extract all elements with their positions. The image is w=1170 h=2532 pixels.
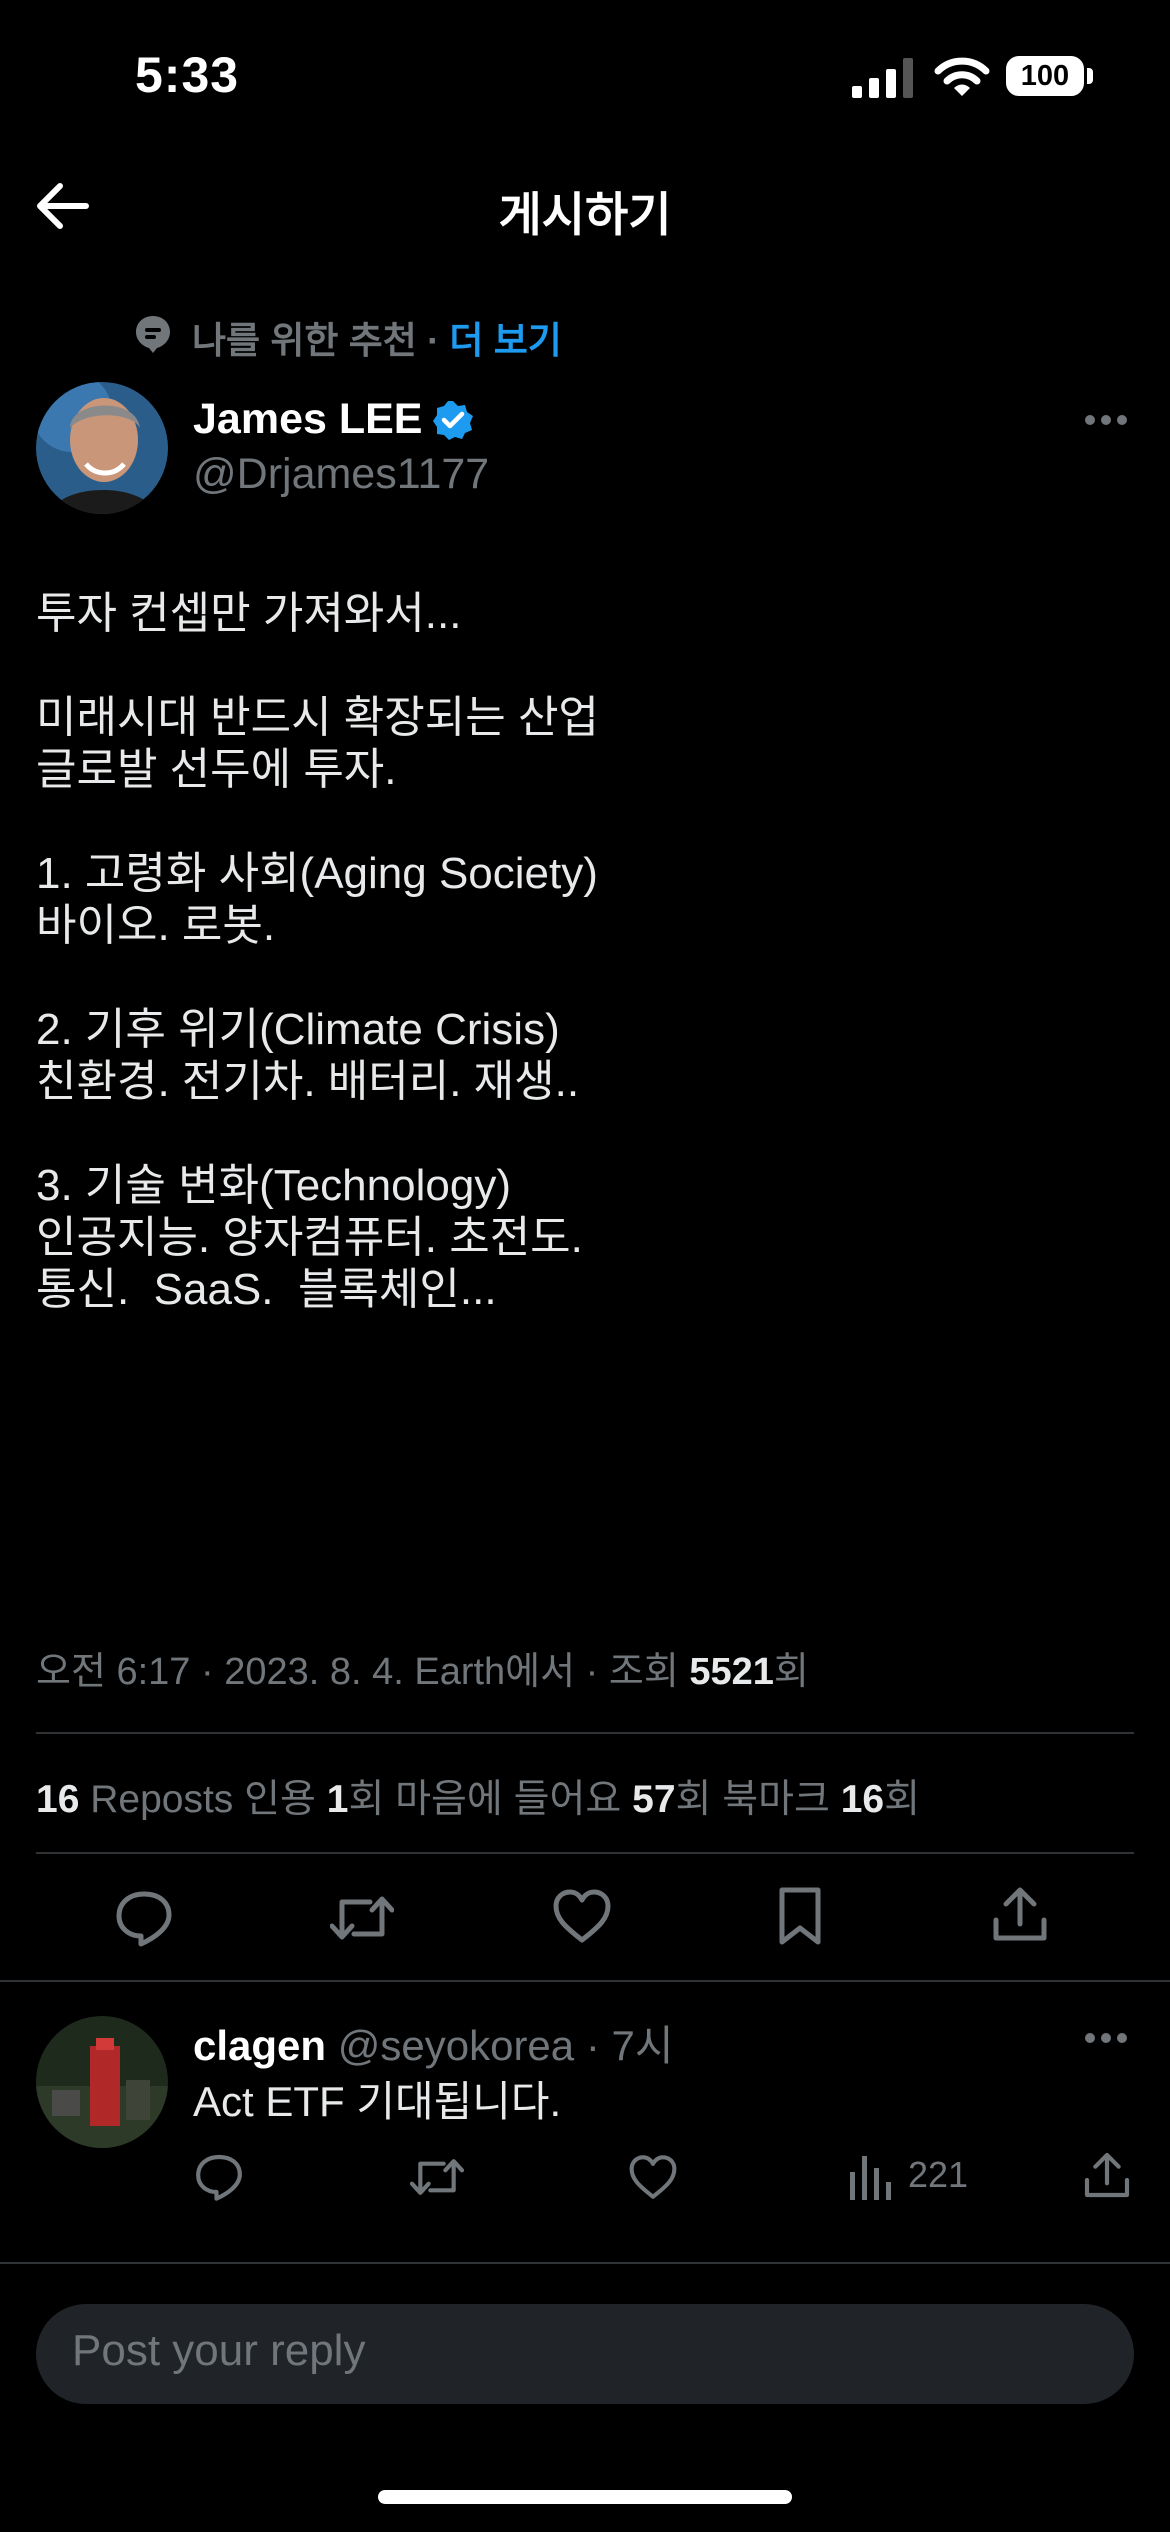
tweet-line: 3. 기술 변화(Technology)	[36, 1161, 511, 1210]
bookmarks-count[interactable]: 16	[841, 1778, 884, 1821]
tweet-line: 친환경. 전기차. 배터리. 재생..	[36, 1057, 580, 1106]
author-name[interactable]: James LEE	[193, 395, 474, 444]
reply-repost-icon[interactable]	[410, 2152, 464, 2202]
tweet-line: 통신. SaaS. 블록체인...	[36, 1265, 497, 1314]
quotes-suffix: 회	[348, 1778, 396, 1821]
reply-input-placeholder[interactable]: Post your reply	[72, 2326, 365, 2376]
tweet-line: 투자 컨셉만 가져와서...	[36, 589, 462, 638]
likes-label[interactable]: 마음에 들어요	[395, 1778, 632, 1821]
tweet-line: 인공지능. 양자컴퓨터. 초전도.	[36, 1213, 583, 1262]
engagement-stats: 16 Reposts 인용 1회 마음에 들어요 57회 북마크 16회	[36, 1768, 920, 1824]
share-icon[interactable]	[990, 1884, 1050, 1944]
bookmarks-label[interactable]: 북마크	[722, 1778, 840, 1821]
battery-indicator: 100	[1006, 56, 1084, 96]
author-handle[interactable]: @Drjames1177	[193, 450, 489, 499]
reply-comment-icon[interactable]	[194, 2152, 244, 2202]
reply-author-handle[interactable]: @seyokorea	[326, 2022, 574, 2069]
reply-views-icon[interactable]	[848, 2152, 892, 2200]
signal-icon	[852, 58, 916, 98]
reply-more-options-icon[interactable]	[1084, 2030, 1128, 2046]
likes-count[interactable]: 57	[632, 1778, 675, 1821]
battery-tip	[1087, 68, 1093, 84]
tweet-timestamp: 오전 6:17 · 2023. 8. 4. Earth에서 · 조회	[36, 1651, 690, 1693]
view-count: 5521	[689, 1651, 774, 1693]
page-title: 게시하기	[498, 188, 672, 241]
reply-icon[interactable]	[114, 1888, 174, 1948]
bookmarks-suffix: 회	[884, 1778, 920, 1821]
reposts-count[interactable]: 16	[36, 1778, 79, 1821]
tweet-line: 미래시대 반드시 확장되는 산업	[36, 693, 599, 742]
tweet-line: 1. 고령화 사회(Aging Society)	[36, 849, 598, 898]
tweet-line: 바이오. 로봇.	[36, 901, 276, 950]
likes-suffix: 회	[675, 1778, 723, 1821]
reply-share-icon[interactable]	[1082, 2150, 1132, 2200]
divider	[0, 1980, 1170, 1982]
reply-header: clagen @seyokorea · 7시	[193, 2012, 673, 2073]
reply-author-name[interactable]: clagen	[193, 2022, 326, 2069]
like-heart-icon[interactable]	[552, 1888, 612, 1944]
reply-text: Act ETF 기대됩니다.	[193, 2078, 562, 2125]
recommendation-row: 나를 위한 추천 · 더 보기	[192, 310, 562, 364]
bookmark-icon[interactable]	[776, 1886, 824, 1946]
reposts-label[interactable]: Reposts	[79, 1778, 244, 1821]
quotes-label[interactable]: 인용	[244, 1778, 327, 1821]
view-count-suffix: 회	[773, 1651, 809, 1693]
home-indicator[interactable]	[378, 2490, 792, 2504]
tweet-meta: 오전 6:17 · 2023. 8. 4. Earth에서 · 조회 5521회	[36, 1640, 809, 1695]
divider	[36, 1732, 1134, 1734]
tweet-text: 투자 컨셉만 가져와서... 미래시대 반드시 확장되는 산업 글로발 선두에 …	[36, 588, 1136, 1316]
reply-like-icon[interactable]	[628, 2154, 678, 2200]
wifi-icon	[934, 56, 990, 98]
reply-avatar[interactable]	[36, 2016, 168, 2148]
divider	[0, 2262, 1170, 2264]
status-time: 5:33	[135, 47, 240, 103]
divider	[36, 1852, 1134, 1854]
see-more-link[interactable]: 더 보기	[449, 310, 561, 364]
repost-icon[interactable]	[330, 1888, 394, 1948]
author-name-text: James LEE	[193, 395, 423, 443]
recommendation-label: 나를 위한 추천 ·	[192, 320, 440, 361]
recommendation-icon	[134, 314, 172, 354]
reply-time: · 7시	[574, 2022, 674, 2069]
tweet-line: 2. 기후 위기(Climate Crisis)	[36, 1005, 560, 1054]
tweet-line: 글로발 선두에 투자.	[36, 745, 397, 794]
more-options-icon[interactable]	[1084, 412, 1128, 428]
quotes-count[interactable]: 1	[327, 1778, 349, 1821]
reply-views-count: 221	[908, 2154, 969, 2195]
verified-badge-icon	[432, 399, 474, 441]
author-avatar[interactable]	[36, 382, 168, 514]
